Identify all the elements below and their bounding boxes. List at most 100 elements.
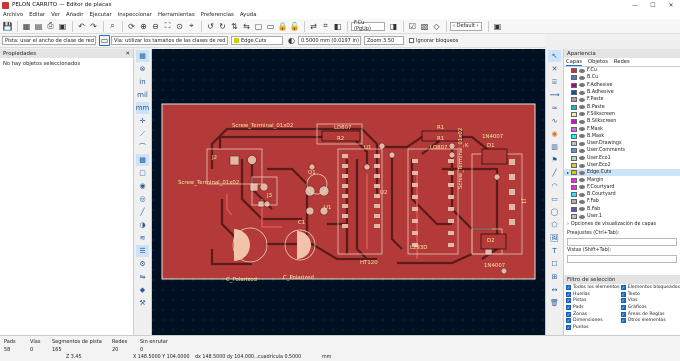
layer-color-swatch[interactable] bbox=[571, 177, 577, 183]
layer-row[interactable]: B.Mask bbox=[564, 133, 680, 140]
menu-view[interactable]: Ver bbox=[51, 12, 60, 18]
undo-icon[interactable]: ↶ bbox=[76, 21, 87, 32]
layer-color-swatch[interactable] bbox=[571, 206, 577, 212]
add-dimension-icon[interactable]: ↔ bbox=[548, 284, 561, 296]
draw-rectangle-icon[interactable]: ▭ bbox=[548, 193, 561, 205]
page-settings-icon[interactable]: ▤ bbox=[33, 21, 44, 32]
layer-row[interactable]: B.Cu bbox=[564, 74, 680, 81]
add-image-icon[interactable]: 🖼 bbox=[548, 232, 561, 244]
filter-checkbox[interactable]: ✓ Puntos bbox=[566, 324, 621, 331]
close-icon[interactable]: ✕ bbox=[125, 51, 130, 57]
pcb-canvas[interactable]: Screw_Terminal_01x02 Screw_Terminal_01x0… bbox=[152, 49, 545, 335]
visibility-eye-icon[interactable] bbox=[579, 214, 585, 219]
layer-row[interactable]: B.Silkscreen bbox=[564, 118, 680, 125]
tune-length-icon[interactable]: ∿ bbox=[548, 115, 561, 127]
auto-width-icon[interactable]: ▭ bbox=[99, 35, 110, 46]
via-size-select[interactable]: Vía: utilizar los tamaños de las clases … bbox=[111, 36, 228, 45]
menu-preferences[interactable]: Preferencias bbox=[201, 12, 234, 18]
visibility-eye-icon[interactable] bbox=[579, 105, 585, 110]
visibility-eye-icon[interactable] bbox=[579, 97, 585, 102]
layer-color-swatch[interactable] bbox=[571, 184, 577, 190]
layer-pair-icon[interactable]: ◨ bbox=[388, 21, 399, 32]
visibility-eye-icon[interactable] bbox=[579, 148, 585, 153]
draw-line-icon[interactable]: ╱ bbox=[548, 167, 561, 179]
layers-manager-icon[interactable]: ☰ bbox=[136, 245, 149, 257]
layer-options-toggle[interactable]: › Opciones de visualización de capas bbox=[564, 220, 680, 229]
layer-color-swatch[interactable] bbox=[571, 68, 577, 74]
visibility-eye-icon[interactable] bbox=[579, 83, 585, 88]
draw-arc-icon[interactable]: ◠ bbox=[548, 180, 561, 192]
flip-board-icon[interactable]: ⇋ bbox=[136, 271, 149, 283]
layer-row[interactable]: B.Paste bbox=[564, 103, 680, 110]
flip-icon[interactable]: ⇅ bbox=[229, 21, 240, 32]
print-icon[interactable]: ⎙ bbox=[45, 21, 56, 32]
menu-add[interactable]: Añadir bbox=[66, 12, 84, 18]
units-mils-icon[interactable]: mil bbox=[136, 89, 149, 101]
add-text-icon[interactable]: T bbox=[548, 245, 561, 257]
high-contrast-icon[interactable]: ◑ bbox=[136, 219, 149, 231]
netlist-icon[interactable]: ⇄ bbox=[308, 21, 319, 32]
filter-checkbox[interactable]: ✓ Zonas bbox=[566, 311, 621, 318]
properties-toggle-icon[interactable]: ⚙ bbox=[136, 258, 149, 270]
footprint-editor-icon[interactable]: ◧ bbox=[332, 21, 343, 32]
layer-row[interactable]: User.Eco1 bbox=[564, 155, 680, 162]
units-mm-icon[interactable]: mm bbox=[136, 102, 149, 114]
grid-toggle-icon[interactable]: ▦ bbox=[136, 50, 149, 62]
layer-row[interactable]: F.Fab bbox=[564, 198, 680, 205]
layer-row[interactable]: ▸ Edge.Cuts bbox=[564, 169, 680, 177]
zoom-out-icon[interactable]: ⊖ bbox=[150, 21, 161, 32]
net-color-icon[interactable]: ≋ bbox=[136, 232, 149, 244]
layer-row[interactable]: F.Courtyard bbox=[564, 184, 680, 191]
visibility-eye-icon[interactable] bbox=[579, 207, 585, 212]
rotate-cw-icon[interactable]: ↻ bbox=[217, 21, 228, 32]
scripting-icon[interactable]: ◇ bbox=[431, 21, 442, 32]
schematic-icon[interactable]: ⌗ bbox=[320, 21, 331, 32]
layer-color-swatch[interactable] bbox=[571, 133, 577, 139]
zone-outline-icon[interactable]: ▢ bbox=[136, 167, 149, 179]
layer-color-swatch[interactable] bbox=[571, 104, 577, 110]
delete-icon[interactable]: 🗑 bbox=[548, 297, 561, 309]
layer-color-swatch[interactable] bbox=[571, 119, 577, 125]
unlock-icon[interactable]: 🔓 bbox=[289, 21, 300, 32]
layer-color-swatch[interactable] bbox=[571, 192, 577, 198]
filter-checkbox[interactable]: ✓ Elementos bloqueados bbox=[620, 284, 680, 291]
active-layer-select[interactable]: F.Cu (PgUp) bbox=[351, 20, 385, 32]
layer-color-swatch[interactable] bbox=[571, 141, 577, 147]
menu-inspect[interactable]: Inspeccionar bbox=[118, 12, 152, 18]
add-table-icon[interactable]: ⊞ bbox=[548, 271, 561, 283]
layer-row[interactable]: F.Adhesive bbox=[564, 82, 680, 89]
tab-objects[interactable]: Objetos bbox=[588, 59, 608, 65]
via-sketch-icon[interactable]: ◎ bbox=[136, 193, 149, 205]
layer-row[interactable]: User.Eco2 bbox=[564, 162, 680, 169]
layer-color-swatch[interactable] bbox=[571, 148, 577, 154]
layer-color-swatch[interactable] bbox=[571, 82, 577, 88]
layer-row[interactable]: User.1 bbox=[564, 213, 680, 220]
visibility-eye-icon[interactable] bbox=[579, 156, 585, 161]
visibility-eye-icon[interactable] bbox=[579, 170, 585, 175]
zoom-selection-icon[interactable]: ⌖ bbox=[186, 21, 197, 32]
layer-row[interactable]: B.Fab bbox=[564, 206, 680, 213]
minimize-icon[interactable]: — bbox=[626, 0, 644, 10]
layer-color-icon[interactable]: ◐ bbox=[286, 35, 297, 46]
track-width-select[interactable]: Pista: usar el ancho de clase de red bbox=[2, 36, 96, 45]
visibility-eye-icon[interactable] bbox=[579, 163, 585, 168]
layer-color-swatch[interactable] bbox=[571, 126, 577, 132]
add-rule-area-icon[interactable]: ⚑ bbox=[548, 154, 561, 166]
group-icon[interactable]: ▢ bbox=[253, 21, 264, 32]
presets-select[interactable] bbox=[567, 238, 677, 247]
tab-nets[interactable]: Redes bbox=[614, 59, 630, 65]
views-select[interactable] bbox=[567, 255, 677, 264]
visibility-eye-icon[interactable] bbox=[579, 119, 585, 124]
redo-icon[interactable]: ↷ bbox=[88, 21, 99, 32]
layer-color-swatch[interactable] bbox=[571, 170, 577, 176]
tab-layers[interactable]: Capas bbox=[566, 59, 582, 66]
layer-row[interactable]: User.Comments bbox=[564, 147, 680, 154]
visibility-eye-icon[interactable] bbox=[579, 68, 585, 73]
filter-checkbox[interactable]: ✓ Otros elementos bbox=[620, 317, 680, 324]
visibility-eye-icon[interactable] bbox=[579, 141, 585, 146]
draw-polygon-icon[interactable]: ⬠ bbox=[548, 219, 561, 231]
layer-row[interactable]: Margin bbox=[564, 176, 680, 183]
add-zone-icon[interactable]: ▥ bbox=[548, 141, 561, 153]
visibility-eye-icon[interactable] bbox=[579, 127, 585, 132]
search-icon[interactable]: ⌕ bbox=[107, 21, 118, 32]
